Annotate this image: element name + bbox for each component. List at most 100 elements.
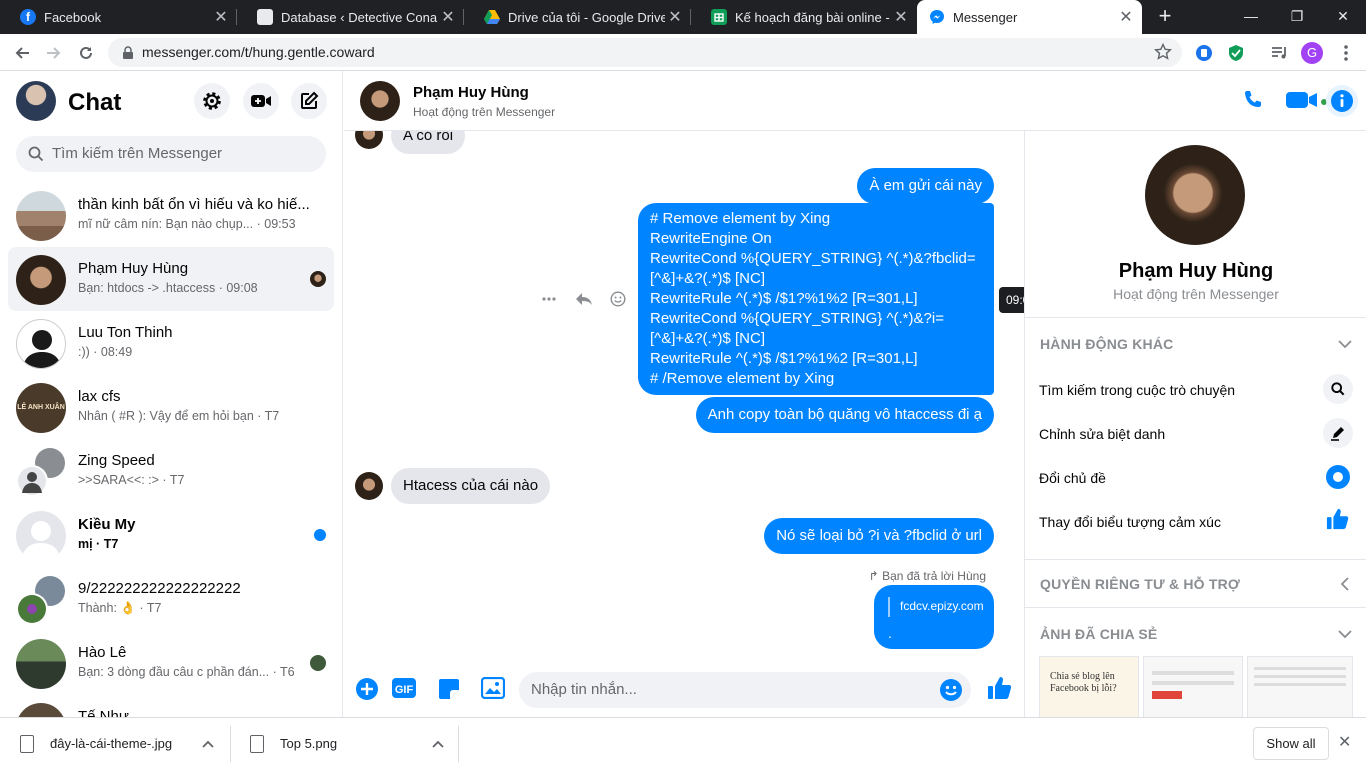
theme-color-icon[interactable]: [1323, 462, 1353, 492]
conversation-item[interactable]: thần kinh bất ổn vì hiếu và ko hiế... mĩ…: [8, 183, 334, 247]
address-bar[interactable]: messenger.com/t/hung.gentle.coward: [108, 38, 1182, 67]
tab-google-drive[interactable]: Drive của tôi - Google Drive ✕: [464, 0, 691, 34]
my-avatar[interactable]: [16, 81, 56, 121]
close-tab-icon[interactable]: ✕: [211, 7, 231, 27]
conversation-item[interactable]: Luu Ton Thinh :)) · 08:49: [8, 311, 334, 375]
chevron-up-icon[interactable]: [202, 740, 214, 748]
change-emoji-option[interactable]: Thay đổi biểu tượng cảm xúc: [1039, 514, 1221, 530]
chevron-down-icon[interactable]: [1337, 336, 1353, 352]
contact-name[interactable]: Phạm Huy Hùng: [413, 84, 529, 101]
reload-icon: [80, 46, 92, 59]
conversation-info-button[interactable]: [1326, 85, 1358, 117]
tab-messenger[interactable]: Messenger ✕: [917, 0, 1142, 34]
tab-database[interactable]: Database ‹ Detective Conan-W ✕: [237, 0, 464, 34]
close-download-bar-icon[interactable]: ✕: [1338, 732, 1351, 752]
reaction-smiley-icon[interactable]: [610, 291, 626, 307]
url-text: messenger.com/t/hung.gentle.coward: [142, 44, 375, 60]
seen-avatar: [310, 271, 326, 287]
settings-button[interactable]: [194, 83, 230, 119]
forward-button[interactable]: [40, 39, 68, 67]
quoted-link[interactable]: fcdcv.epizy.com: [900, 599, 984, 613]
avatar: [16, 639, 66, 689]
emoji-icon[interactable]: [939, 678, 963, 702]
section-header[interactable]: ẢNH ĐÃ CHIA SẺ: [1040, 626, 1157, 642]
section-header[interactable]: HÀNH ĐỘNG KHÁC: [1040, 336, 1173, 352]
edit-nickname-option[interactable]: Chỉnh sửa biệt danh: [1039, 426, 1165, 442]
contact-avatar-large[interactable]: [1145, 145, 1245, 245]
new-video-call-button[interactable]: [243, 83, 279, 119]
photo-icon[interactable]: [481, 677, 505, 699]
contact-name: Phạm Huy Hùng: [1118, 260, 1274, 282]
close-tab-icon[interactable]: ✕: [438, 7, 458, 27]
new-message-button[interactable]: [291, 83, 327, 119]
code-line: # /Remove element by Xing: [650, 370, 835, 387]
code-line: [^&]+&?(.*)$ [NC]: [650, 270, 765, 287]
conversation-item-unread[interactable]: Kiều My mị · T7: [8, 503, 334, 567]
download-item[interactable]: đây-là-cái-theme-.jpg: [0, 718, 230, 769]
media-control-button[interactable]: [1266, 39, 1294, 67]
plus-circle-icon[interactable]: [355, 677, 379, 701]
tab-title: Database ‹ Detective Conan-W: [281, 9, 438, 25]
chrome-menu-button[interactable]: [1332, 39, 1360, 67]
chevron-down-icon[interactable]: [1337, 626, 1353, 642]
chevron-left-icon[interactable]: [1337, 576, 1353, 592]
profile-button[interactable]: G: [1298, 39, 1326, 67]
shared-photo[interactable]: [1143, 656, 1243, 717]
reply-indicator: ↱ Bạn đã trả lời Hùng: [869, 569, 986, 583]
conversation-name: 9/222222222222222222: [78, 580, 241, 597]
close-tab-icon[interactable]: ✕: [1116, 7, 1136, 27]
thumbs-up-icon[interactable]: [1323, 504, 1353, 534]
pencil-icon[interactable]: [1323, 418, 1353, 448]
shared-photo[interactable]: [1247, 656, 1353, 717]
maximize-button[interactable]: ❐: [1274, 0, 1320, 34]
outgoing-message[interactable]: Anh copy toàn bộ quăng vô htaccess đi ạ: [695, 397, 994, 433]
tab-google-sheets[interactable]: Kế hoạch đăng bài online - Go ✕: [691, 0, 917, 34]
shared-photo[interactable]: Chia sẻ blog lên Facebook bị lỗi?: [1039, 656, 1139, 717]
avatar: [16, 703, 66, 717]
group-avatar: [16, 191, 66, 241]
new-tab-button[interactable]: +: [1152, 4, 1178, 30]
reply-icon[interactable]: [575, 291, 593, 307]
outgoing-message[interactable]: À em gửi cái này: [857, 168, 994, 204]
conversation-name: Phạm Huy Hùng: [78, 260, 189, 277]
contact-avatar[interactable]: [360, 81, 400, 121]
download-item[interactable]: Top 5.png: [230, 718, 458, 769]
search-in-conversation-option[interactable]: Tìm kiếm trong cuộc trò chuyện: [1039, 382, 1235, 398]
video-call-icon[interactable]: [1285, 89, 1319, 111]
conversation-item[interactable]: LÊ ANH XUÂN lax cfs Nhân ( #R ): Vậy để …: [8, 375, 334, 439]
download-filename: Top 5.png: [280, 736, 338, 751]
more-options-icon[interactable]: [541, 291, 557, 307]
outgoing-code-message[interactable]: # Remove element by Xing RewriteEngine O…: [638, 203, 994, 395]
gif-icon[interactable]: GIF: [391, 677, 417, 699]
browser-tab-strip: f Facebook ✕ Database ‹ Detective Conan-…: [0, 0, 1366, 34]
sticker-icon[interactable]: [437, 677, 461, 701]
message-list: A có rồi À em gửi cái này # Remove eleme…: [344, 131, 1024, 661]
conversation-item[interactable]: Tế Như: [8, 695, 334, 717]
section-header[interactable]: QUYỀN RIÊNG TƯ & HỖ TRỢ: [1040, 576, 1240, 592]
incoming-message[interactable]: Htacess của cái nào: [391, 468, 551, 504]
change-theme-option[interactable]: Đổi chủ đề: [1039, 470, 1106, 486]
search-input[interactable]: Tìm kiếm trên Messenger: [16, 136, 326, 172]
tab-facebook[interactable]: f Facebook ✕: [0, 0, 237, 34]
incoming-message[interactable]: A có rồi: [391, 131, 466, 154]
outgoing-message[interactable]: Nó sẽ loại bỏ ?i và ?fbclid ở url: [764, 518, 994, 554]
reload-button[interactable]: [72, 39, 100, 67]
back-button[interactable]: [8, 39, 36, 67]
search-icon[interactable]: [1323, 374, 1353, 404]
close-tab-icon[interactable]: ✕: [665, 7, 685, 27]
message-input[interactable]: Nhập tin nhắn...: [519, 672, 971, 708]
conversation-item[interactable]: 9/222222222222222222 Thành: 👌 · T7: [8, 567, 334, 631]
extension-button[interactable]: [1190, 39, 1218, 67]
chevron-up-icon[interactable]: [432, 740, 444, 748]
show-all-downloads-button[interactable]: Show all: [1253, 727, 1329, 760]
outgoing-reply-message[interactable]: fcdcv.epizy.com .: [874, 585, 994, 649]
close-tab-icon[interactable]: ✕: [891, 7, 911, 27]
close-window-button[interactable]: ✕: [1320, 0, 1366, 34]
conversation-item-selected[interactable]: Phạm Huy Hùng Bạn: htdocs -> .htaccess ·…: [8, 247, 334, 311]
conversation-item[interactable]: Hào Lê Bạn: 3 dòng đầu câu c phần đán...…: [8, 631, 334, 695]
minimize-button[interactable]: —: [1228, 0, 1274, 34]
thumbs-up-icon[interactable]: [987, 675, 1013, 701]
adblock-button[interactable]: [1222, 39, 1250, 67]
conversation-item[interactable]: Zing Speed >>SARA<<: :> · T7: [8, 439, 334, 503]
phone-icon[interactable]: [1242, 89, 1264, 111]
